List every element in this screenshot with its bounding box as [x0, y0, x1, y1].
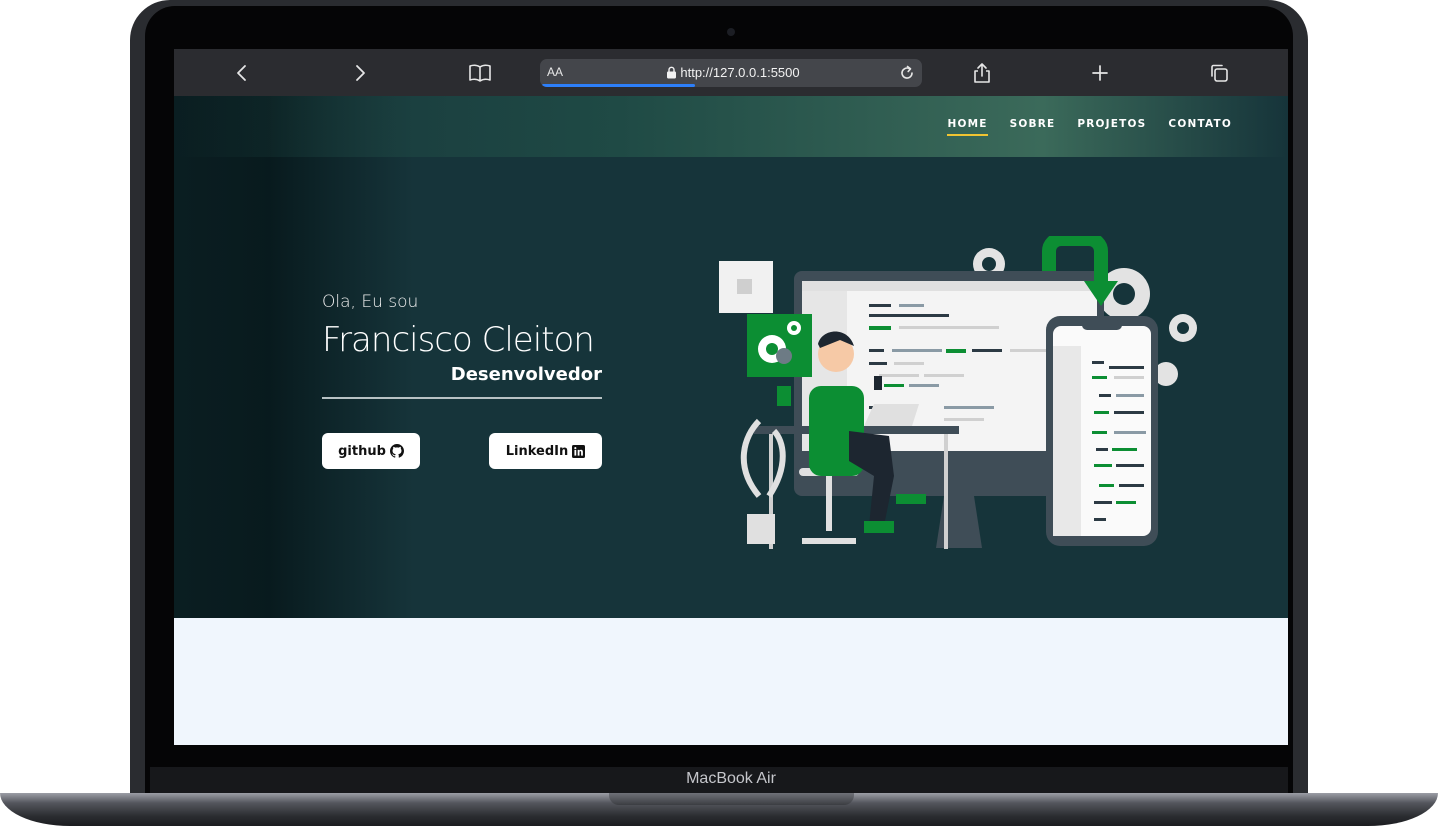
lock-icon	[667, 66, 676, 79]
linkedin-button-label: LinkedIn	[505, 443, 569, 459]
forward-button[interactable]	[347, 60, 373, 86]
hero-section: HOME SOBRE PROJETOS CONTATO Ola, Eu sou …	[174, 96, 1288, 618]
navbar: HOME SOBRE PROJETOS CONTATO	[174, 96, 1288, 157]
camera	[727, 28, 735, 36]
tabs-icon	[1211, 64, 1228, 82]
tabs-overview-button[interactable]	[1206, 60, 1232, 86]
chevron-right-icon	[356, 65, 365, 81]
share-icon	[974, 63, 990, 83]
bookmarks-button[interactable]	[467, 60, 493, 86]
book-icon	[469, 64, 491, 82]
greeting: Ola, Eu sou	[322, 292, 419, 312]
github-button[interactable]: github	[322, 433, 420, 469]
device-label: MacBook Air	[686, 770, 776, 787]
laptop-mockup: AA http://127.0.0.1:5500 HOME SOBRE PROJ…	[0, 0, 1438, 826]
main-nav: HOME SOBRE PROJETOS CONTATO	[947, 118, 1232, 136]
github-icon	[389, 444, 404, 458]
linkedin-button[interactable]: LinkedIn	[489, 433, 602, 469]
laptop-notch	[609, 793, 854, 805]
nav-sobre[interactable]: SOBRE	[1010, 118, 1056, 136]
text-size-button[interactable]: AA	[547, 65, 563, 79]
github-button-label: github	[338, 443, 386, 459]
address-bar[interactable]: AA http://127.0.0.1:5500	[540, 59, 922, 87]
nav-projetos[interactable]: PROJETOS	[1077, 118, 1146, 136]
plus-icon	[1092, 65, 1108, 81]
url-text: http://127.0.0.1:5500	[680, 65, 800, 80]
linkedin-icon	[572, 444, 586, 458]
chevron-left-icon	[237, 65, 246, 81]
screen: AA http://127.0.0.1:5500 HOME SOBRE PROJ…	[174, 49, 1288, 745]
nav-home[interactable]: HOME	[947, 118, 988, 136]
web-page: HOME SOBRE PROJETOS CONTATO Ola, Eu sou …	[174, 96, 1288, 745]
new-tab-button[interactable]	[1087, 60, 1113, 86]
intro-block: Ola, Eu sou Francisco Cleiton Desenvolve…	[322, 292, 602, 399]
profile-role: Desenvolvedor	[450, 364, 602, 385]
profile-name: Francisco Cleiton	[322, 320, 595, 360]
next-section	[174, 618, 1288, 745]
developer-illustration	[719, 236, 1197, 549]
share-button[interactable]	[969, 60, 995, 86]
browser-toolbar: AA http://127.0.0.1:5500	[174, 49, 1288, 96]
reload-icon[interactable]	[898, 64, 916, 82]
nav-contato[interactable]: CONTATO	[1168, 118, 1232, 136]
load-progress-bar	[542, 84, 695, 87]
back-button[interactable]	[229, 60, 255, 86]
social-buttons: github LinkedIn	[322, 433, 602, 469]
intro-divider	[322, 397, 602, 399]
